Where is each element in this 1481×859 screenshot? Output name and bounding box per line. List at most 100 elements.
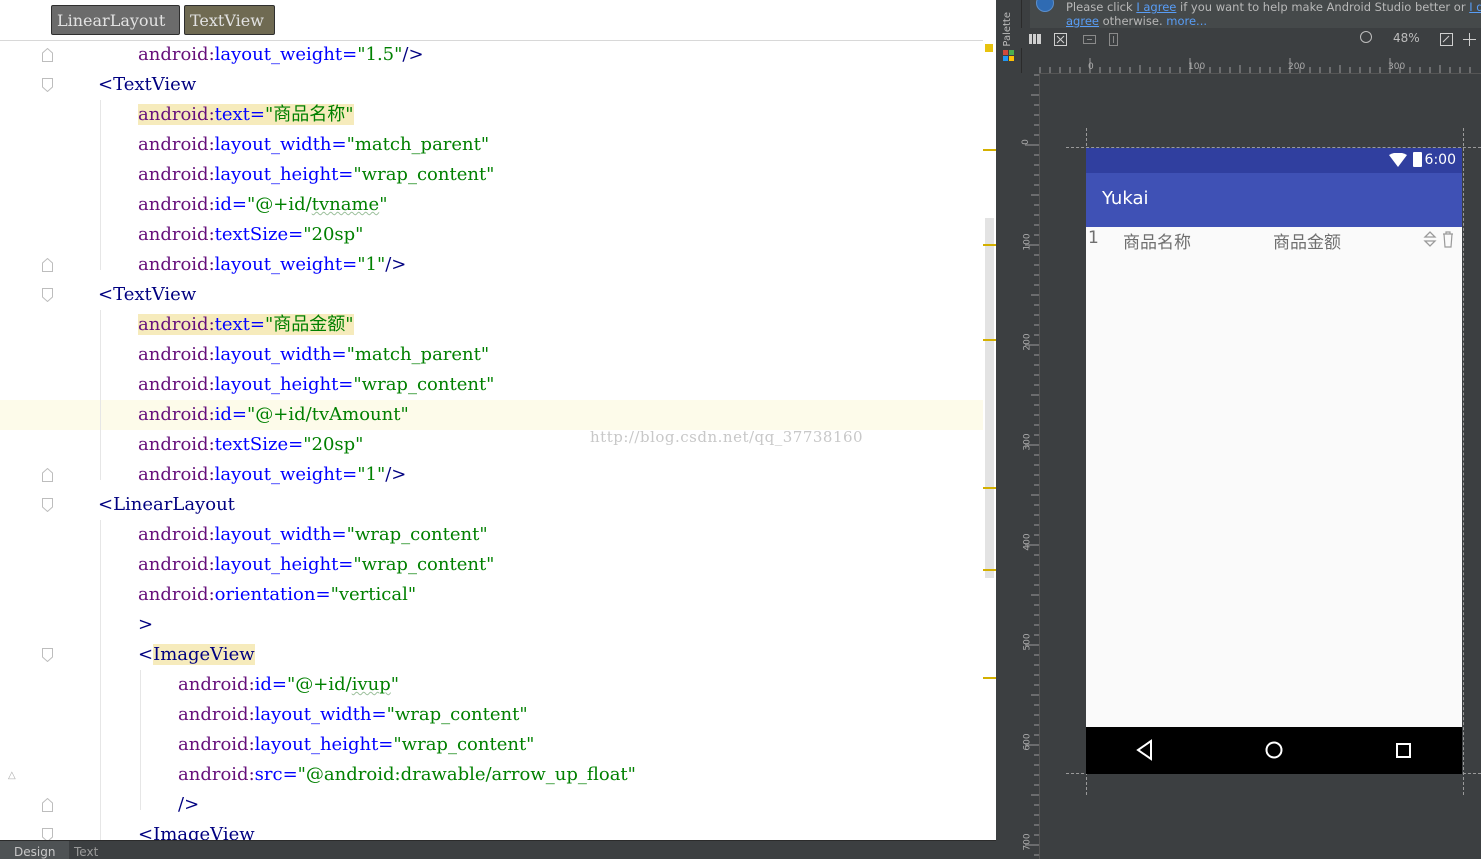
- ruler-label: 0: [1020, 139, 1031, 145]
- palette-tab[interactable]: Palette: [1002, 12, 1013, 47]
- notice-prefix: Please click: [1066, 0, 1137, 14]
- code-line-20: >: [138, 614, 154, 635]
- code-line-7: android:textSize="20sp": [138, 224, 364, 245]
- code-line-2: <TextView: [98, 74, 197, 95]
- info-icon: [1036, 0, 1054, 12]
- code-line-16: <LinearLayout: [98, 494, 235, 515]
- list-item[interactable]: 1 商品名称 商品金额: [1086, 227, 1462, 253]
- notice-middle: if you want to help make Android Studio …: [1176, 0, 1470, 14]
- palette-icon[interactable]: [1003, 46, 1014, 61]
- fold-start-icon[interactable]: [42, 648, 53, 662]
- editor-gutter: [0, 40, 95, 842]
- more-link[interactable]: more...: [1166, 14, 1207, 28]
- ruler-label: 300: [1388, 62, 1406, 72]
- code-line-18: android:layout_height="wrap_content": [138, 554, 495, 575]
- inspection-status-icon[interactable]: [985, 44, 993, 52]
- device-preview[interactable]: 6:00 Yukai 1 商品名称 商品金额: [1086, 148, 1462, 774]
- home-icon[interactable]: [1264, 739, 1284, 761]
- arrow-up-down-icon[interactable]: [1423, 230, 1437, 248]
- ruler-label: 200: [1288, 62, 1306, 72]
- code-line-4: android:layout_width="match_parent": [138, 134, 490, 155]
- code-line-23: android:layout_width="wrap_content": [178, 704, 528, 725]
- layout-preview-panel: Palette Please click I agree if you want…: [996, 0, 1481, 859]
- code-line-6: android:id="@+id/tvname": [138, 194, 388, 215]
- indent-guide: [140, 670, 141, 810]
- warning-marker[interactable]: [983, 677, 996, 679]
- indent-guide: [100, 100, 101, 270]
- warning-marker[interactable]: [983, 149, 996, 151]
- code-line-8: android:layout_weight="1"/>: [138, 254, 407, 275]
- ruler-label: 500: [1022, 633, 1033, 651]
- code-line-22: android:id="@+id/ivup": [178, 674, 400, 695]
- code-line-3: android:text="商品名称": [138, 104, 354, 125]
- code-line-5: android:layout_height="wrap_content": [138, 164, 495, 185]
- code-editor[interactable]: LinearLayout TextView android:layout_wei…: [0, 0, 996, 859]
- ruler-label: 0: [1088, 62, 1094, 72]
- zoom-out-icon[interactable]: [1360, 31, 1372, 43]
- code-line-13: android:id="@+id/tvAmount": [138, 404, 409, 425]
- fold-start-icon[interactable]: [42, 78, 53, 92]
- vertical-ruler: 0 100 200 300 400 500 600 700: [1021, 73, 1040, 859]
- status-bar: 6:00: [1086, 148, 1462, 173]
- code-line-10: android:text="商品金额": [138, 314, 354, 335]
- pan-icon[interactable]: [1463, 31, 1476, 46]
- agree-link[interactable]: I agree: [1136, 0, 1176, 14]
- ruler-label: 300: [1022, 433, 1033, 451]
- ruler-label: 100: [1188, 62, 1206, 72]
- ruler-ticks: [1039, 58, 1471, 73]
- app-bar: Yukai: [1086, 173, 1462, 227]
- fold-end-icon[interactable]: [42, 468, 53, 482]
- screen-bound-right: [1463, 128, 1464, 795]
- zoom-fit-icon[interactable]: [1440, 31, 1453, 46]
- code-line-14: android:textSize="20sp": [138, 434, 364, 455]
- code-line-26: />: [178, 794, 200, 815]
- tab-text[interactable]: Text: [60, 841, 112, 859]
- ruler-label: 700: [1022, 833, 1033, 851]
- back-icon[interactable]: [1136, 739, 1154, 761]
- code-line-11: android:layout_width="match_parent": [138, 344, 490, 365]
- code-line-1: android:layout_weight="1.5"/>: [138, 44, 424, 65]
- code-line-9: <TextView: [98, 284, 197, 305]
- notice-line2: otherwise.: [1098, 14, 1167, 28]
- code-line-24: android:layout_height="wrap_content": [178, 734, 535, 755]
- navigation-bar: [1086, 727, 1462, 774]
- collapse-icon[interactable]: △: [8, 770, 16, 781]
- dont-agree-link[interactable]: I don't: [1469, 0, 1481, 14]
- ruler-label: 600: [1022, 733, 1033, 751]
- tvamount-textview[interactable]: 商品金额: [1273, 228, 1341, 253]
- item-number: 1: [1088, 228, 1099, 248]
- trash-icon[interactable]: [1442, 230, 1454, 248]
- fold-end-icon[interactable]: [42, 48, 53, 62]
- fold-end-icon[interactable]: [42, 798, 53, 812]
- margin-icon[interactable]: [1083, 31, 1096, 44]
- breadcrumb-item-textview[interactable]: TextView: [184, 5, 275, 35]
- palette-strip: Palette: [996, 0, 1022, 859]
- status-time: 6:00: [1424, 152, 1456, 168]
- editor-mode-tabs: Design Text: [0, 840, 996, 859]
- code-line-25: android:src="@android:drawable/arrow_up_…: [178, 764, 636, 785]
- ruler-label: 200: [1022, 333, 1033, 351]
- tvname-textview[interactable]: 商品名称: [1123, 228, 1191, 253]
- notice-text: Please click I agree if you want to help…: [1066, 0, 1481, 28]
- fold-start-icon[interactable]: [42, 288, 53, 302]
- breadcrumb: LinearLayout TextView: [0, 0, 996, 41]
- warning-marker[interactable]: [983, 339, 996, 341]
- code-line-21: <ImageView: [138, 644, 255, 665]
- code-line-19: android:orientation="vertical": [138, 584, 417, 605]
- code-line-15: android:layout_weight="1"/>: [138, 464, 407, 485]
- ruler-label: 400: [1022, 533, 1033, 551]
- warning-marker[interactable]: [983, 569, 996, 571]
- recents-icon[interactable]: [1394, 739, 1414, 761]
- vertical-scrollbar[interactable]: [985, 218, 994, 578]
- fold-end-icon[interactable]: [42, 258, 53, 272]
- breadcrumb-item-linearlayout[interactable]: LinearLayout: [51, 5, 180, 35]
- design-mode-icon[interactable]: [1029, 31, 1042, 44]
- usage-stats-notice: Please click I agree if you want to help…: [1030, 0, 1481, 29]
- fold-start-icon[interactable]: [42, 498, 53, 512]
- warning-marker[interactable]: [983, 487, 996, 489]
- constraint-icon[interactable]: [1107, 31, 1120, 46]
- warning-marker[interactable]: [983, 244, 996, 246]
- app-title: Yukai: [1102, 188, 1149, 209]
- blueprint-icon[interactable]: [1054, 31, 1067, 46]
- dont-agree-link-cont[interactable]: agree: [1066, 14, 1099, 28]
